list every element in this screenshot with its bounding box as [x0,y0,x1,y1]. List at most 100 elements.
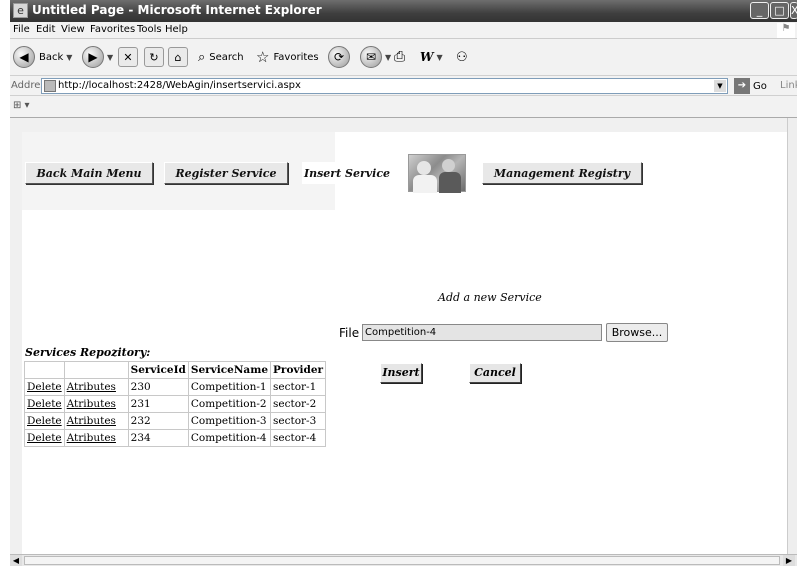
menu-favorites[interactable]: Favorites [90,24,135,35]
menu-edit[interactable]: Edit [36,24,55,35]
column-header [63,361,129,379]
column-header-servicename: ServiceName [187,361,272,379]
chevron-down-icon: ▼ [107,52,114,62]
delete-link[interactable]: Delete [27,415,62,427]
horizontal-scrollbar[interactable]: ◀ ▶ [10,554,797,566]
cancel-button[interactable]: Cancel [469,363,521,383]
mail-button[interactable]: ✉ ▼ [360,45,391,69]
people-photo [408,154,466,193]
refresh-button[interactable]: ↻ [144,45,164,69]
table-row: Delete Atributes 231 Competition-2 secto… [24,395,327,413]
stop-icon: ✕ [118,47,138,67]
attributes-link[interactable]: Atributes [67,398,116,410]
chevron-down-icon: ▼ [436,52,443,62]
window-title: Untitled Page - Microsoft Internet Explo… [32,3,322,17]
file-input[interactable]: Competition-4 [362,324,602,341]
go-arrow-icon: ➔ [734,78,750,94]
links-label[interactable]: Links [780,80,797,91]
service-id-cell: 231 [127,395,189,413]
back-arrow-icon: ◀ [13,46,35,68]
browse-button[interactable]: Browse... [606,323,668,342]
forward-button[interactable]: ▶ ▼ [82,45,113,69]
ie-icon: e [13,3,28,18]
back-main-menu-button[interactable]: Back Main Menu [25,162,153,184]
star-icon: ☆ [256,48,270,66]
menu-view[interactable]: View [61,24,85,35]
messenger-icon: ⚇ [456,49,468,65]
chevron-down-icon[interactable]: ▼ [714,80,726,92]
minimize-button[interactable]: _ [750,2,769,19]
refresh-icon: ↻ [144,47,164,67]
favorites-button[interactable]: ☆ Favorites [256,45,319,69]
services-table: ServiceId ServiceName Provider Delete At… [24,361,327,447]
history-button[interactable]: ⟳ [328,45,350,69]
column-header-provider: Provider [270,361,327,379]
menu-bar: File Edit View Favorites Tools Help ⚑ [10,22,797,39]
scroll-thumb[interactable] [24,556,780,565]
delete-link[interactable]: Delete [27,381,62,393]
table-header-row: ServiceId ServiceName Provider [24,361,327,379]
table-row: Delete Atributes 234 Competition-4 secto… [24,429,327,447]
back-button[interactable]: ◀ Back ▼ [13,45,72,69]
insert-service-button[interactable]: Insert Service [302,162,392,184]
service-name-cell: Competition-4 [187,429,272,447]
service-name-cell: Competition-2 [187,395,272,413]
scroll-left-icon[interactable]: ◀ [10,555,22,566]
table-row: Delete Atributes 230 Competition-1 secto… [24,378,327,396]
column-header [24,361,65,379]
provider-cell: sector-2 [270,395,327,413]
search-icon: ⌕ [198,49,206,65]
management-registry-button[interactable]: Management Registry [482,162,642,184]
chevron-down-icon: ▼ [66,52,73,62]
links-bar: ⊞ ▾ [10,96,797,118]
forward-arrow-icon: ▶ [82,46,104,68]
table-row: Delete Atributes 232 Competition-3 secto… [24,412,327,430]
register-service-button[interactable]: Register Service [164,162,288,184]
vertical-scrollbar[interactable] [787,118,797,554]
service-id-cell: 232 [127,412,189,430]
menu-tools[interactable]: Tools [137,24,162,35]
page-left-band [10,118,22,554]
print-button[interactable]: ⎙ [394,45,405,69]
attributes-link[interactable]: Atributes [67,432,116,444]
menu-file[interactable]: File [13,24,30,35]
address-bar: Address http://localhost:2428/WebAgin/in… [10,76,797,96]
menu-help[interactable]: Help [165,24,188,35]
file-label: File [339,326,360,340]
history-icon: ⟳ [328,46,350,68]
maximize-button[interactable]: □ [770,2,789,19]
service-name-cell: Competition-1 [187,378,272,396]
word-icon: W [420,50,434,64]
home-icon: ⌂ [168,47,188,67]
edit-word-button[interactable]: W ▼ [420,45,443,69]
form-title: Add a new Service [438,291,542,304]
close-button[interactable]: X [790,2,797,19]
attributes-link[interactable]: Atributes [67,381,116,393]
attributes-link[interactable]: Atributes [67,415,116,427]
insert-button[interactable]: Insert [380,363,422,383]
window-titlebar: e Untitled Page - Microsoft Internet Exp… [10,0,797,22]
messenger-button[interactable]: ⚇ [456,45,468,69]
provider-cell: sector-4 [270,429,327,447]
stop-button[interactable]: ✕ [118,45,138,69]
delete-link[interactable]: Delete [27,432,62,444]
toolbar: ◀ Back ▼ ▶ ▼ ✕ ↻ ⌂ ⌕ Search ☆ Favorites … [10,39,797,76]
service-name-cell: Competition-3 [187,412,272,430]
scroll-right-icon[interactable]: ▶ [783,555,795,566]
windows-flag-icon: ⚑ [777,23,795,38]
service-id-cell: 234 [127,429,189,447]
address-url: http://localhost:2428/WebAgin/insertserv… [58,80,301,91]
chevron-down-icon: ▼ [385,52,392,62]
go-button[interactable]: ➔ Go [734,78,767,94]
toolbar-gadget-icon[interactable]: ⊞ ▾ [13,100,30,111]
printer-icon: ⎙ [394,49,406,65]
column-header-serviceid: ServiceId [127,361,189,379]
delete-link[interactable]: Delete [27,398,62,410]
desktop-edge [0,0,10,566]
page-top-band [10,118,787,132]
address-input[interactable]: http://localhost:2428/WebAgin/insertserv… [41,78,728,94]
home-button[interactable]: ⌂ [168,45,188,69]
mail-icon: ✉ [360,46,382,68]
search-button[interactable]: ⌕ Search [198,45,244,69]
repository-title: Services Repozitory: [25,346,151,359]
